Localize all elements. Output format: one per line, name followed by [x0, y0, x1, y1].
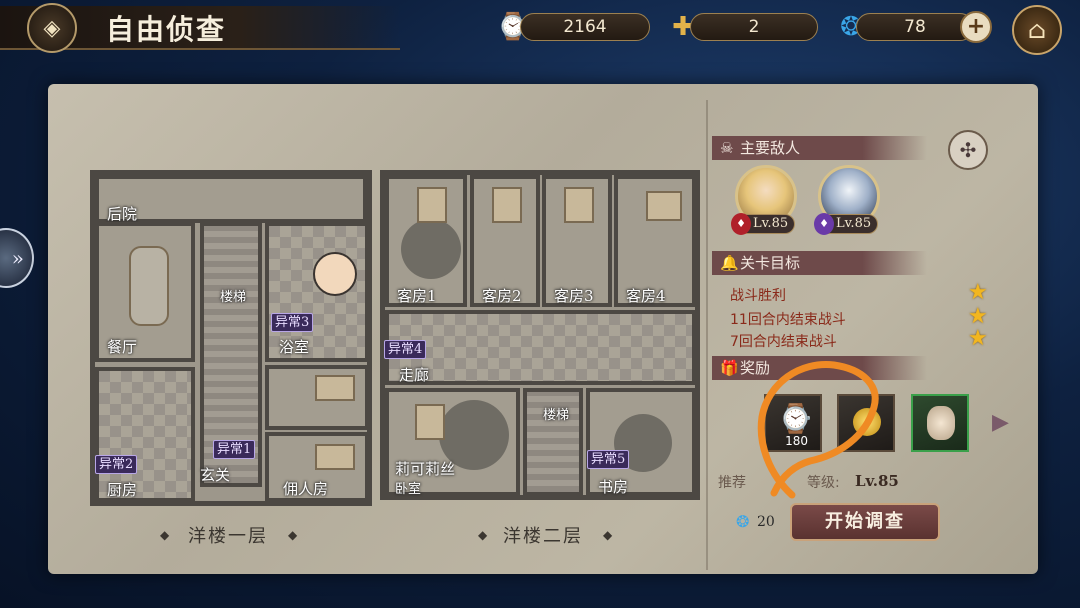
- room-label: 客房2: [482, 287, 522, 305]
- skull-icon: ☠: [720, 139, 734, 157]
- floor-deco-icon: ◆: [603, 528, 613, 542]
- enemies-header: ☠ 主要敌人: [712, 136, 927, 160]
- room-zoulang[interactable]: 走廊: [385, 310, 696, 385]
- reward-character[interactable]: [911, 394, 969, 452]
- room-label: 莉可莉丝: [395, 460, 456, 478]
- room-label: 楼梯: [543, 408, 570, 423]
- room-kefang2[interactable]: 客房2: [470, 175, 540, 307]
- refresh-target-button[interactable]: ✣: [948, 130, 988, 170]
- anomaly-2-badge[interactable]: 异常2: [95, 455, 138, 474]
- room-label: 走廊: [399, 366, 430, 384]
- add-resource-button[interactable]: +: [960, 11, 992, 43]
- room-label-xuanguan: 玄关: [200, 466, 231, 484]
- room-label: 客房4: [626, 287, 666, 305]
- floor-deco-icon: ◆: [160, 528, 170, 542]
- character-avatar: [313, 252, 357, 296]
- gift-icon: 🎁: [720, 359, 739, 377]
- room-liklisi[interactable]: 莉可莉丝 卧室: [385, 388, 520, 497]
- resource-flame-count: 78: [856, 13, 974, 41]
- rug: [401, 219, 461, 279]
- room-label: 书房: [598, 478, 629, 496]
- anomaly-5-badge[interactable]: 异常5: [587, 450, 630, 469]
- character-shard-icon: [927, 406, 955, 440]
- orange-highlight-circle: [757, 361, 879, 499]
- goal-2: 11回合内结束战斗: [730, 312, 846, 328]
- floor2-label: 洋楼二层: [503, 526, 583, 547]
- enemy-level-badge-2: ♦ Lv.85: [814, 213, 879, 235]
- bed-icon: [315, 375, 355, 401]
- room-label: 客房3: [554, 287, 594, 305]
- resource-puzzle-count: 2: [690, 13, 818, 41]
- room-label-sub: 卧室: [395, 482, 422, 497]
- bed-icon: [417, 187, 447, 223]
- room-kefang1[interactable]: 客房1: [385, 175, 467, 307]
- bed-icon: [564, 187, 594, 223]
- enemy-level-1: Lv.85: [753, 216, 789, 231]
- room-yongrenfang[interactable]: 佣人房: [265, 432, 369, 502]
- back-diamond-icon: ◈: [43, 15, 61, 41]
- room-label: 厨房: [107, 481, 138, 499]
- goal-3: 7回合内结束战斗: [730, 334, 837, 350]
- anomaly-3-badge[interactable]: 异常3: [271, 313, 314, 332]
- anomaly-4-badge[interactable]: 异常4: [384, 340, 427, 359]
- bed-icon: [415, 404, 445, 440]
- room-yushi[interactable]: 浴室: [265, 222, 369, 362]
- back-button[interactable]: ◈: [27, 3, 77, 53]
- enemies-title: 主要敌人: [740, 139, 801, 157]
- bell-icon: 🔔: [720, 254, 739, 272]
- room-label: 客房1: [397, 287, 437, 305]
- bed-icon: [646, 191, 682, 221]
- floor-deco-icon: ◆: [288, 528, 298, 542]
- recommend-prefix: 推荐: [718, 475, 746, 491]
- room-label: 楼梯: [220, 290, 247, 305]
- room-unnamed: [265, 365, 369, 430]
- crosshair-icon: ✣: [959, 138, 977, 162]
- room-shufang[interactable]: 书房: [586, 388, 696, 496]
- room-chufang[interactable]: 厨房: [95, 367, 195, 502]
- room-stairs2[interactable]: 楼梯: [523, 388, 583, 496]
- room-kefang3[interactable]: 客房3: [542, 175, 612, 307]
- room-label: 浴室: [279, 338, 310, 356]
- resource-watch-count: 2164: [520, 13, 650, 41]
- double-chevron-right-icon: »: [11, 246, 24, 270]
- room-label: 后院: [107, 205, 138, 223]
- home-icon: ⌂: [1027, 16, 1047, 44]
- floor1-label: 洋楼一层: [188, 526, 268, 547]
- blue-flame-icon: ❂: [736, 512, 750, 531]
- side-expand-button[interactable]: »: [0, 228, 34, 288]
- bed-icon: [492, 187, 522, 223]
- goals-title: 关卡目标: [740, 254, 801, 272]
- goals-header: 🔔关卡目标: [712, 251, 927, 275]
- bed-icon: [315, 444, 355, 470]
- room-label: 餐厅: [107, 338, 138, 356]
- start-investigation-button[interactable]: 开始调查: [790, 503, 940, 541]
- page-title: 自由侦查: [106, 13, 227, 46]
- room-canting[interactable]: 餐厅: [95, 222, 195, 362]
- rewards-next-arrow[interactable]: ▶: [992, 410, 1009, 435]
- floor-deco-icon: ◆: [478, 528, 488, 542]
- room-label: 佣人房: [283, 480, 329, 498]
- star-icon: ★: [968, 280, 988, 305]
- anomaly-1-badge[interactable]: 异常1: [213, 440, 256, 459]
- star-icon: ★: [968, 326, 988, 351]
- top-bar: ◈ 自由侦查 ⌚ 2164 ✚ 2 ❂ 78 + ⌂: [0, 0, 1080, 58]
- start-cost: 20: [757, 514, 775, 530]
- enemy-level-badge-1: ♦ Lv.85: [731, 213, 796, 235]
- panel-divider: [706, 100, 708, 570]
- home-button[interactable]: ⌂: [1012, 5, 1062, 55]
- goal-1: 战斗胜利: [730, 288, 786, 304]
- room-houyuan[interactable]: 后院: [95, 175, 367, 223]
- room-kefang4[interactable]: 客房4: [614, 175, 696, 307]
- dark-attr-icon: ♦: [814, 213, 834, 235]
- fire-attr-icon: ♦: [731, 213, 751, 235]
- dining-table: [129, 246, 169, 326]
- enemy-level-2: Lv.85: [836, 216, 872, 231]
